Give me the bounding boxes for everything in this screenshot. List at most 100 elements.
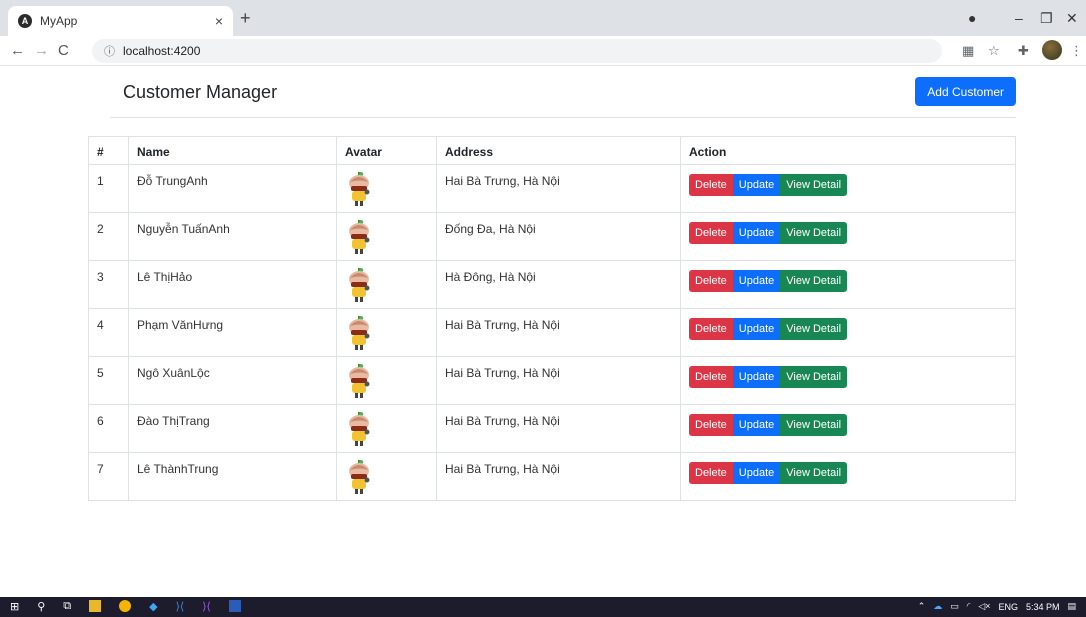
- customer-name: Lê ThànhTrung: [128, 452, 337, 501]
- avatar-image: [349, 316, 370, 350]
- browser-tab[interactable]: A MyApp ×: [8, 6, 233, 36]
- update-button[interactable]: Update: [732, 318, 781, 340]
- delete-button[interactable]: Delete: [689, 414, 733, 436]
- delete-button[interactable]: Delete: [689, 318, 733, 340]
- translate-icon[interactable]: ▦: [962, 43, 974, 59]
- avatar-image: [349, 364, 370, 398]
- action-button-group: Delete Update View Detail: [689, 270, 848, 292]
- maximize-button[interactable]: ❐: [1040, 10, 1053, 27]
- action-button-group: Delete Update View Detail: [689, 318, 848, 340]
- update-button[interactable]: Update: [732, 366, 781, 388]
- update-button[interactable]: Update: [732, 462, 781, 484]
- customer-address: Hai Bà Trưng, Hà Nội: [436, 404, 681, 453]
- customer-avatar: [336, 308, 437, 357]
- row-number: 6: [88, 404, 129, 453]
- tab-close-icon[interactable]: ×: [215, 13, 223, 29]
- view-detail-button[interactable]: View Detail: [780, 222, 848, 244]
- browser-tab-bar: A MyApp × + ● – ❐ ✕: [0, 0, 1086, 36]
- url-text: localhost:4200: [123, 44, 201, 58]
- word-icon[interactable]: [228, 600, 241, 612]
- customer-name: Ngô XuânLộc: [128, 356, 337, 405]
- network-icon[interactable]: ▭: [950, 601, 959, 612]
- row-number: 5: [88, 356, 129, 405]
- profile-avatar[interactable]: [1042, 40, 1062, 60]
- view-detail-button[interactable]: View Detail: [780, 462, 848, 484]
- new-tab-button[interactable]: +: [240, 8, 251, 29]
- close-window-button[interactable]: ✕: [1066, 10, 1078, 27]
- row-actions: Delete Update View Detail: [680, 404, 1016, 453]
- onedrive-icon[interactable]: ☁: [933, 601, 942, 612]
- delete-button[interactable]: Delete: [689, 174, 733, 196]
- url-input[interactable]: ⓘ localhost:4200: [92, 39, 942, 63]
- page-title: Customer Manager: [123, 82, 278, 102]
- view-detail-button[interactable]: View Detail: [780, 270, 848, 292]
- customer-name: Phạm VănHưng: [128, 308, 337, 357]
- chrome-icon[interactable]: [119, 600, 132, 612]
- forward-icon[interactable]: →: [34, 42, 49, 59]
- view-detail-button[interactable]: View Detail: [780, 366, 848, 388]
- customer-avatar: [336, 164, 437, 213]
- customer-address: Hai Bà Trưng, Hà Nội: [436, 308, 681, 357]
- customer-address: Đống Đa, Hà Nội: [436, 212, 681, 261]
- chrome-menu-icon[interactable]: ●: [968, 10, 976, 26]
- view-detail-button[interactable]: View Detail: [780, 174, 848, 196]
- bookmark-star-icon[interactable]: ☆: [988, 43, 1000, 59]
- address-bar: ← → C ⓘ localhost:4200 ▦ ☆ ✚ ⋮: [0, 36, 1086, 66]
- row-actions: Delete Update View Detail: [680, 356, 1016, 405]
- clock[interactable]: 5:34 PM: [1026, 602, 1060, 612]
- visual-studio-icon[interactable]: ⟩⟨: [202, 600, 211, 613]
- view-detail-button[interactable]: View Detail: [780, 318, 848, 340]
- info-icon[interactable]: ⓘ: [104, 43, 115, 59]
- search-icon[interactable]: ⚲: [37, 600, 45, 613]
- customer-name: Đào ThịTrang: [128, 404, 337, 453]
- delete-button[interactable]: Delete: [689, 270, 733, 292]
- action-button-group: Delete Update View Detail: [689, 174, 848, 196]
- chevron-up-icon[interactable]: ⌃: [918, 601, 926, 612]
- row-actions: Delete Update View Detail: [680, 164, 1016, 213]
- page-header: Customer Manager Add Customer: [110, 74, 1016, 118]
- customer-address: Hai Bà Trưng, Hà Nội: [436, 356, 681, 405]
- table-row: 5 Ngô XuânLộc Hai Bà Trưng, Hà Nội Delet…: [88, 356, 1016, 405]
- extensions-icon[interactable]: ✚: [1018, 43, 1029, 59]
- row-number: 7: [88, 452, 129, 501]
- row-number: 4: [88, 308, 129, 357]
- table-row: 1 Đỗ TrungAnh Hai Bà Trưng, Hà Nội Delet…: [88, 164, 1016, 213]
- app-diamond-icon[interactable]: ◆: [149, 600, 157, 613]
- row-actions: Delete Update View Detail: [680, 308, 1016, 357]
- file-explorer-icon[interactable]: [89, 600, 102, 612]
- customer-avatar: [336, 404, 437, 453]
- vscode-icon[interactable]: ⟩⟨: [176, 600, 185, 613]
- table-header-row: # Name Avatar Address Action: [88, 136, 1016, 165]
- customer-name: Lê ThịHảo: [128, 260, 337, 309]
- action-button-group: Delete Update View Detail: [689, 366, 848, 388]
- tab-title: MyApp: [40, 14, 78, 28]
- delete-button[interactable]: Delete: [689, 462, 733, 484]
- delete-button[interactable]: Delete: [689, 366, 733, 388]
- column-header-avatar: Avatar: [336, 136, 437, 165]
- customer-address: Hai Bà Trưng, Hà Nội: [436, 452, 681, 501]
- action-button-group: Delete Update View Detail: [689, 462, 848, 484]
- language-indicator[interactable]: ENG: [998, 602, 1018, 612]
- update-button[interactable]: Update: [732, 270, 781, 292]
- customer-name: Đỗ TrungAnh: [128, 164, 337, 213]
- table-row: 2 Nguyễn TuấnAnh Đống Đa, Hà Nội Delete …: [88, 212, 1016, 261]
- delete-button[interactable]: Delete: [689, 222, 733, 244]
- wifi-icon[interactable]: ◜: [967, 601, 971, 612]
- task-view-icon[interactable]: ⧉: [63, 600, 71, 613]
- update-button[interactable]: Update: [732, 222, 781, 244]
- table-row: 3 Lê ThịHảo Hà Đông, Hà Nội Delete Updat…: [88, 260, 1016, 309]
- notification-icon[interactable]: ▤: [1067, 601, 1076, 612]
- reload-icon[interactable]: C: [58, 42, 69, 59]
- row-number: 2: [88, 212, 129, 261]
- menu-kebab-icon[interactable]: ⋮: [1070, 43, 1083, 59]
- back-icon[interactable]: ←: [10, 42, 25, 59]
- update-button[interactable]: Update: [732, 414, 781, 436]
- windows-start-icon[interactable]: ⊞: [10, 600, 19, 613]
- row-actions: Delete Update View Detail: [680, 452, 1016, 501]
- minimize-button[interactable]: –: [1015, 10, 1023, 26]
- update-button[interactable]: Update: [732, 174, 781, 196]
- add-customer-button[interactable]: Add Customer: [915, 77, 1016, 106]
- volume-icon[interactable]: ◁×: [978, 601, 990, 612]
- row-actions: Delete Update View Detail: [680, 212, 1016, 261]
- view-detail-button[interactable]: View Detail: [780, 414, 848, 436]
